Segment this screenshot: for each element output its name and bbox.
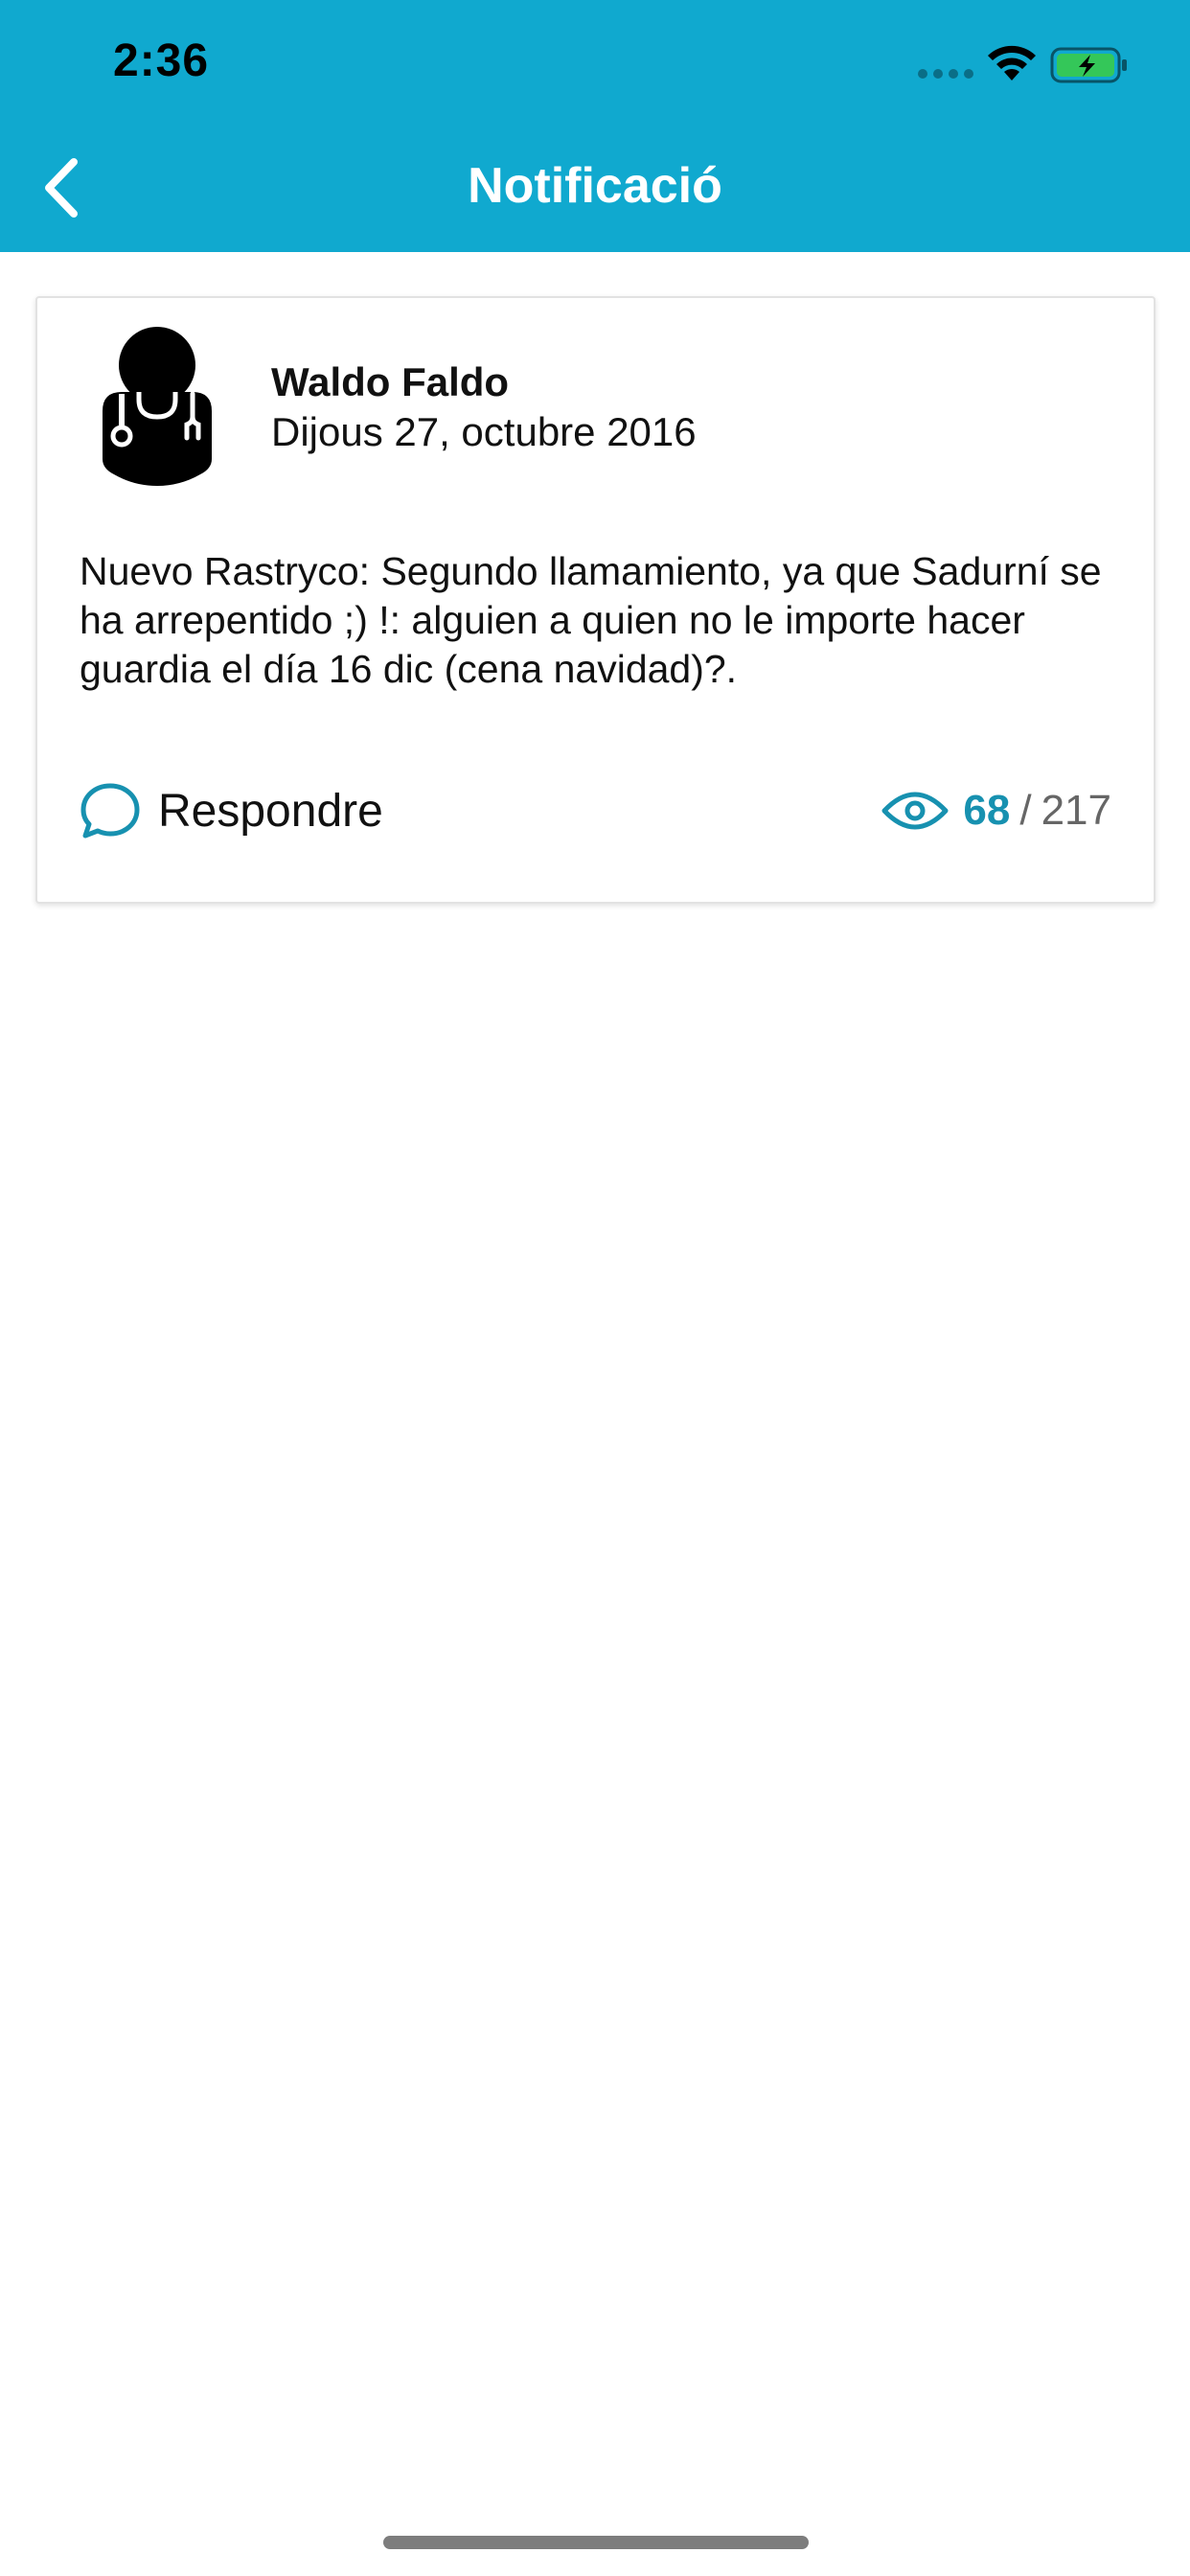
notification-card: Waldo Faldo Dijous 27, octubre 2016 Nuev…	[35, 296, 1156, 904]
home-indicator[interactable]	[383, 2536, 809, 2549]
speech-bubble-icon	[80, 783, 140, 839]
battery-charging-icon	[1050, 47, 1127, 83]
wifi-icon	[988, 45, 1036, 80]
reply-button[interactable]: Respondre	[80, 777, 383, 844]
app-header: 2:36 Notificació	[0, 0, 1190, 252]
notification-date: Dijous 27, octubre 2016	[271, 409, 697, 454]
page-title: Notificació	[468, 158, 722, 214]
views-separator: /	[1019, 787, 1032, 834]
views-total-count: 217	[1041, 787, 1111, 834]
view-count: 68 / 217	[881, 777, 1111, 844]
status-time: 2:36	[113, 35, 210, 86]
reply-label: Respondre	[158, 785, 383, 837]
views-read-count: 68	[963, 787, 1011, 834]
eye-icon	[881, 792, 949, 830]
doctor-icon	[103, 327, 212, 486]
notification-message: Nuevo Rastryco: Segundo llamamiento, ya …	[80, 549, 1102, 691]
cellular-signal-icon	[918, 69, 973, 79]
author-name: Waldo Faldo	[271, 359, 510, 404]
